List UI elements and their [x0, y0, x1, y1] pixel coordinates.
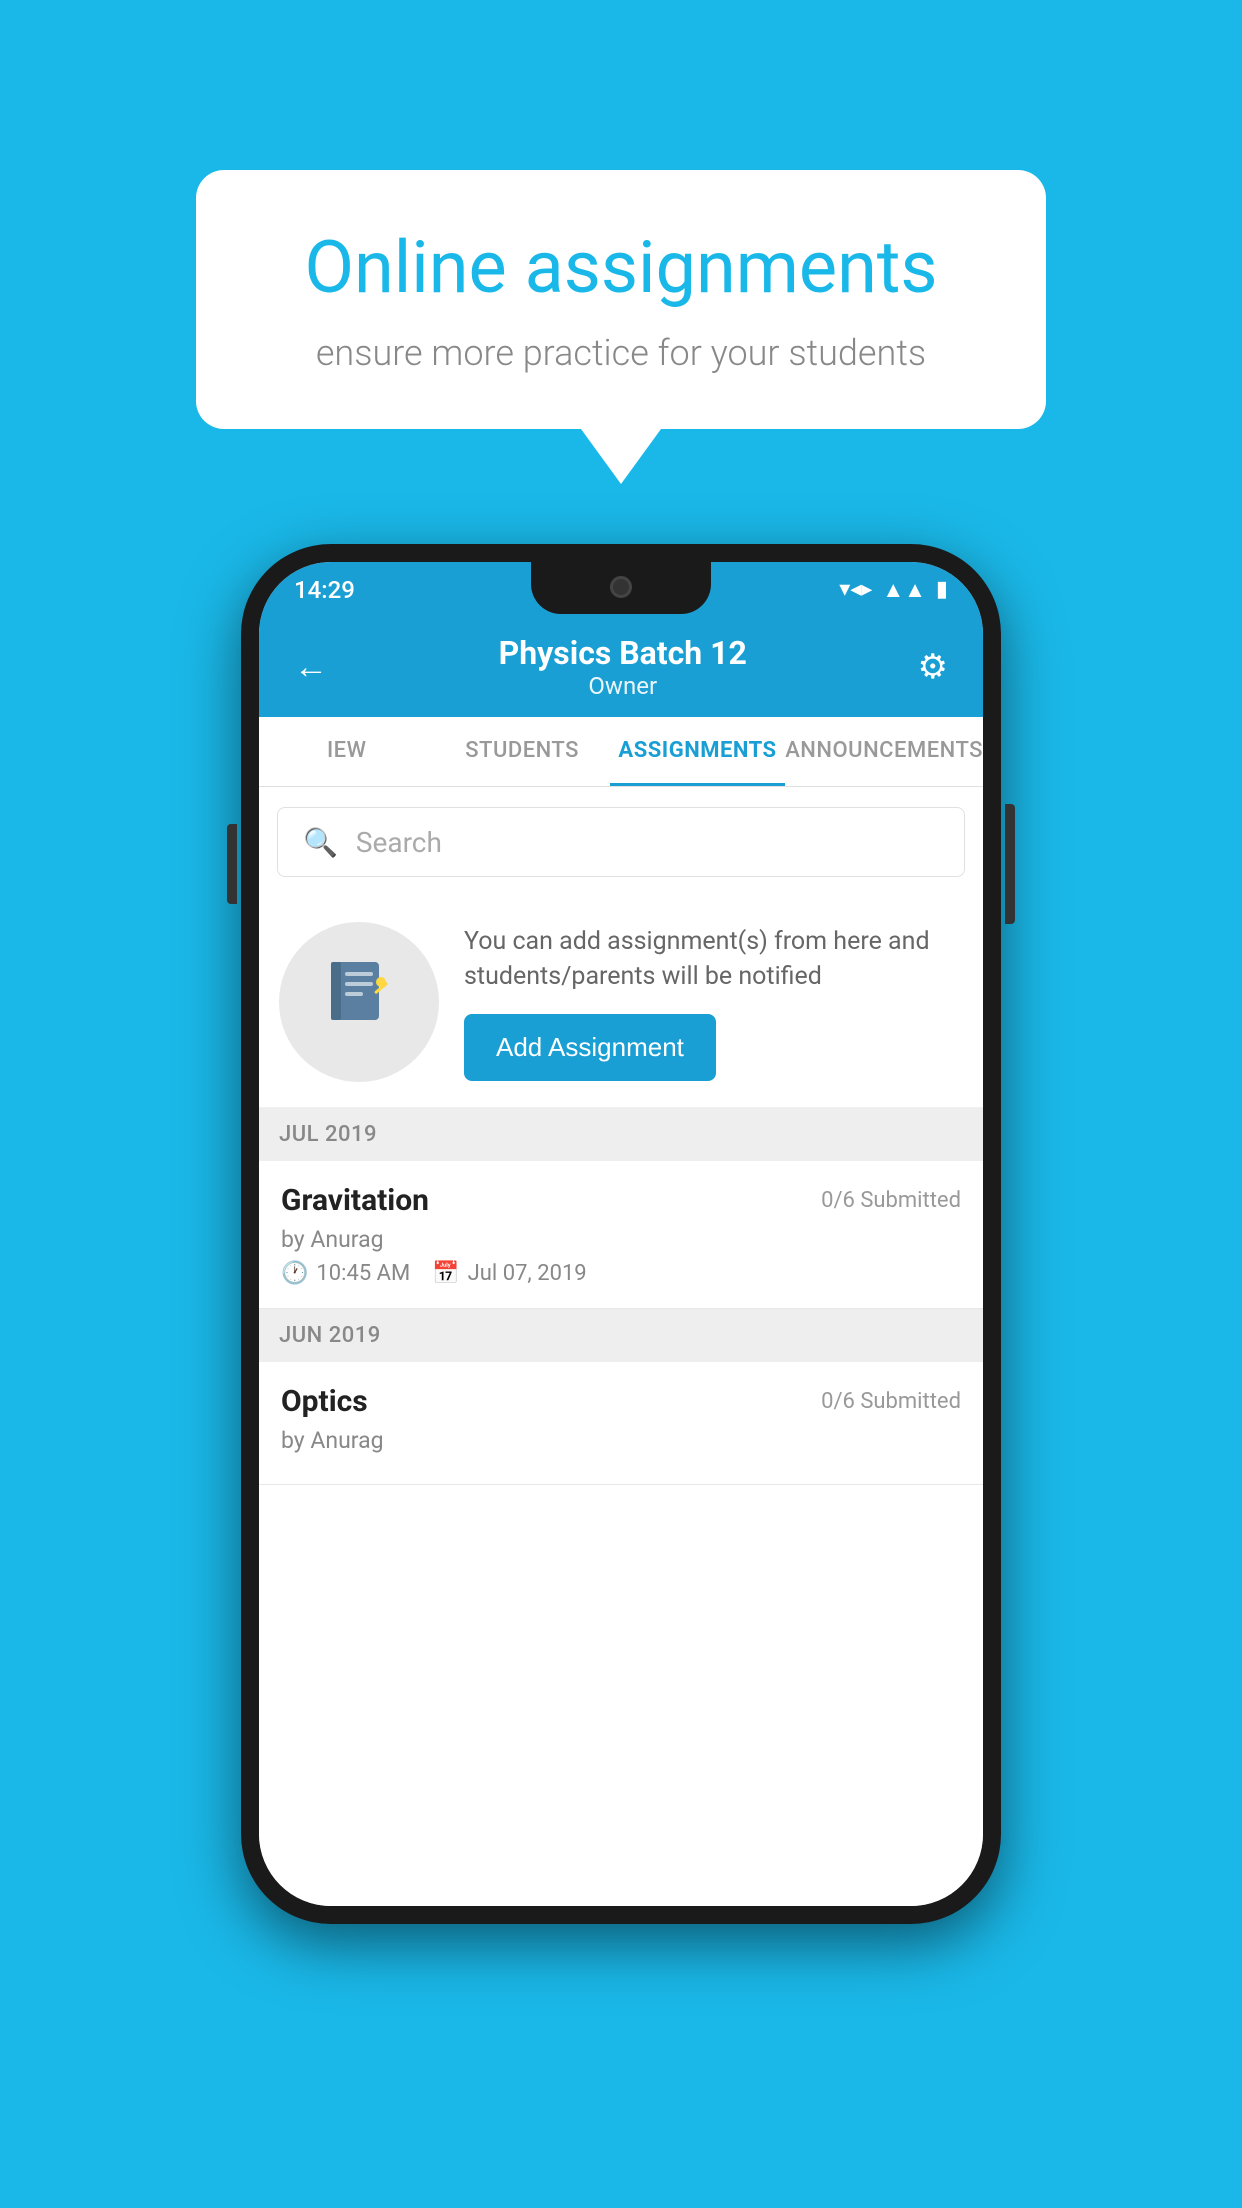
calendar-icon: 📅: [432, 1261, 459, 1286]
empty-state-content: You can add assignment(s) from here and …: [464, 924, 963, 1081]
phone-mockup: 14:29 ▾◂▸ ▲▲ ▮ ← Physics Batch 12 Owner …: [241, 544, 1001, 1924]
meta-time-value: 10:45 AM: [316, 1261, 410, 1286]
promo-card: Online assignments ensure more practice …: [196, 170, 1046, 429]
app-bar-subtitle: Owner: [499, 672, 747, 700]
assignment-item-gravitation[interactable]: Gravitation 0/6 Submitted by Anurag 🕐 10…: [259, 1161, 983, 1309]
tab-bar: IEW STUDENTS ASSIGNMENTS ANNOUNCEMENTS: [259, 717, 983, 787]
assignment-row-top: Gravitation 0/6 Submitted: [281, 1183, 961, 1218]
signal-icon: ▲▲: [882, 577, 926, 603]
tab-announcements[interactable]: ANNOUNCEMENTS: [785, 717, 983, 786]
assignment-item-optics[interactable]: Optics 0/6 Submitted by Anurag: [259, 1362, 983, 1485]
status-icons: ▾◂▸ ▲▲ ▮: [839, 577, 948, 603]
assignment-title: Gravitation: [281, 1183, 429, 1218]
meta-date-value: Jul 07, 2019: [468, 1261, 587, 1286]
phone-notch: [531, 562, 711, 614]
app-bar-title: Physics Batch 12: [499, 634, 747, 672]
promo-title: Online assignments: [261, 225, 981, 310]
section-header-jun: JUN 2019: [259, 1309, 983, 1362]
section-header-jul: JUL 2019: [259, 1108, 983, 1161]
back-button[interactable]: ←: [294, 647, 328, 687]
phone-frame: 14:29 ▾◂▸ ▲▲ ▮ ← Physics Batch 12 Owner …: [241, 544, 1001, 1924]
empty-state-text: You can add assignment(s) from here and …: [464, 924, 963, 994]
tab-assignments[interactable]: ASSIGNMENTS: [610, 717, 785, 786]
settings-icon[interactable]: ⚙: [918, 647, 948, 687]
optics-row-top: Optics 0/6 Submitted: [281, 1384, 961, 1419]
meta-time: 🕐 10:45 AM: [281, 1261, 410, 1286]
app-bar: ← Physics Batch 12 Owner ⚙: [259, 617, 983, 717]
optics-submitted: 0/6 Submitted: [821, 1389, 961, 1414]
app-bar-title-group: Physics Batch 12 Owner: [499, 634, 747, 700]
tab-iew[interactable]: IEW: [259, 717, 434, 786]
assignment-submitted: 0/6 Submitted: [821, 1188, 961, 1213]
wifi-icon: ▾◂▸: [839, 577, 872, 602]
status-time: 14:29: [294, 576, 355, 604]
optics-title: Optics: [281, 1384, 368, 1419]
front-camera: [610, 576, 632, 598]
add-assignment-button[interactable]: Add Assignment: [464, 1014, 716, 1081]
empty-state: You can add assignment(s) from here and …: [259, 897, 983, 1108]
assignment-meta: 🕐 10:45 AM 📅 Jul 07, 2019: [281, 1261, 961, 1286]
promo-bubble: Online assignments ensure more practice …: [196, 170, 1046, 484]
search-placeholder: Search: [356, 826, 442, 859]
content-area: 🔍 Search: [259, 787, 983, 1906]
meta-date: 📅 Jul 07, 2019: [432, 1261, 586, 1286]
phone-screen: 14:29 ▾◂▸ ▲▲ ▮ ← Physics Batch 12 Owner …: [259, 562, 983, 1906]
empty-icon-circle: [279, 922, 439, 1082]
assignment-author: by Anurag: [281, 1226, 961, 1253]
battery-icon: ▮: [936, 577, 948, 602]
speech-bubble-arrow: [581, 429, 661, 484]
notebook-icon: [319, 954, 399, 1050]
promo-subtitle: ensure more practice for your students: [261, 332, 981, 374]
search-bar[interactable]: 🔍 Search: [277, 807, 965, 877]
search-icon: 🔍: [303, 826, 338, 859]
tab-students[interactable]: STUDENTS: [434, 717, 609, 786]
optics-author: by Anurag: [281, 1427, 961, 1454]
clock-icon: 🕐: [281, 1261, 308, 1286]
